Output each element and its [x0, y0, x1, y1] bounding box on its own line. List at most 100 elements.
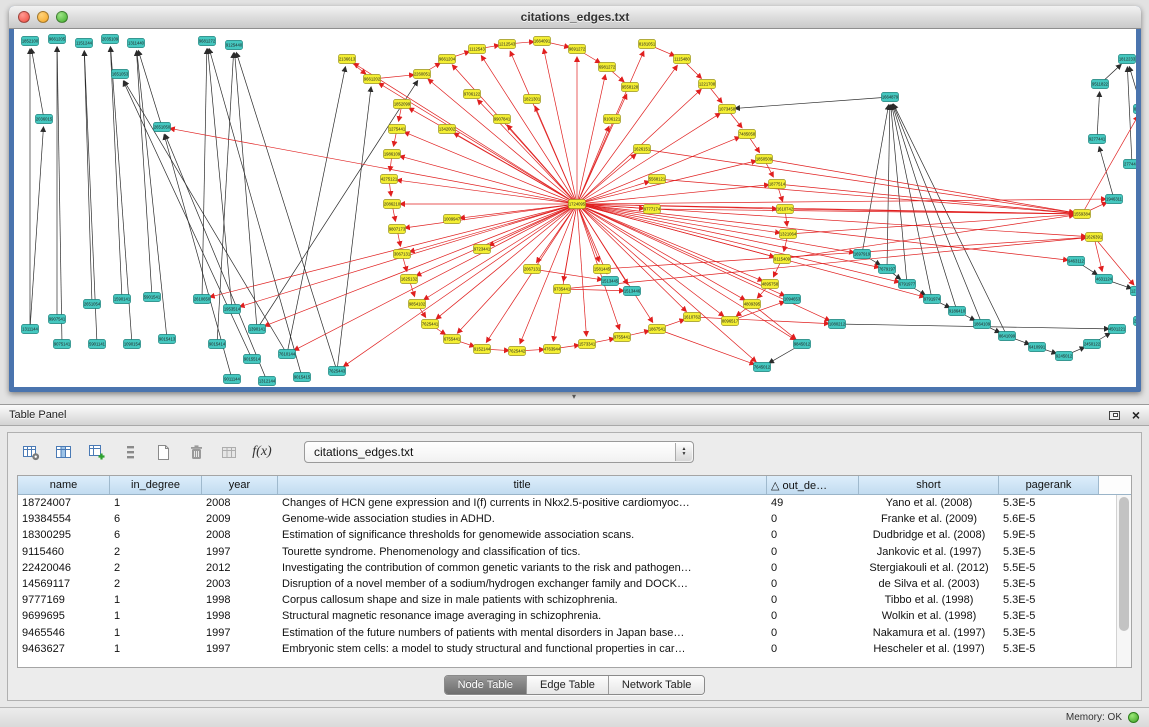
- network-node[interactable]: 1094653: [784, 295, 801, 304]
- column-header-in_degree[interactable]: in_degree: [110, 476, 202, 494]
- table-row[interactable]: 1830029562008Estimation of significance …: [18, 527, 1116, 543]
- tab-node-table[interactable]: Node Table: [445, 676, 527, 694]
- network-node[interactable]: 9152144: [474, 345, 491, 354]
- network-edge[interactable]: [788, 215, 1074, 234]
- scrollbar-thumb[interactable]: [1119, 497, 1129, 631]
- network-edge[interactable]: [764, 159, 1074, 213]
- network-node[interactable]: 9015514: [244, 355, 261, 364]
- network-edge[interactable]: [1127, 67, 1132, 164]
- network-node[interactable]: 9661204: [439, 55, 456, 64]
- network-node[interactable]: 9791974: [924, 295, 941, 304]
- network-edge[interactable]: [1097, 92, 1100, 139]
- network-edge[interactable]: [428, 79, 577, 204]
- function-builder-icon[interactable]: f(x): [249, 439, 275, 465]
- network-edge[interactable]: [577, 204, 899, 282]
- network-node[interactable]: 9011144: [224, 375, 241, 384]
- network-node[interactable]: 9015414: [209, 340, 226, 349]
- row-selector-icon[interactable]: [117, 439, 143, 465]
- network-node[interactable]: 9186410: [949, 307, 966, 316]
- table-settings-icon[interactable]: [18, 439, 44, 465]
- table-row[interactable]: 1872400712008Changes of HCN gene express…: [18, 495, 1116, 511]
- network-node[interactable]: 9511822: [1092, 80, 1109, 89]
- network-node[interactable]: 9907541: [49, 315, 66, 324]
- table-row[interactable]: 946554611997Estimation of the future num…: [18, 625, 1116, 641]
- network-node[interactable]: 1626391: [1086, 233, 1103, 242]
- network-node[interactable]: 2774411: [1124, 160, 1137, 169]
- network-node[interactable]: 1559384: [1074, 210, 1091, 219]
- column-header-pagerank[interactable]: pagerank: [999, 476, 1099, 494]
- network-node[interactable]: 9907841: [494, 115, 511, 124]
- network-node[interactable]: 9661202: [364, 75, 381, 84]
- network-edge[interactable]: [457, 204, 577, 333]
- network-edge[interactable]: [892, 105, 932, 299]
- window-titlebar[interactable]: citations_edges.txt: [9, 6, 1141, 29]
- network-node[interactable]: 1115480: [674, 55, 691, 64]
- network-edge[interactable]: [891, 105, 907, 284]
- network-node[interactable]: 1513445: [602, 277, 619, 286]
- import-table-icon[interactable]: [216, 439, 242, 465]
- network-node[interactable]: 1946311: [1106, 195, 1123, 204]
- tab-edge-table[interactable]: Edge Table: [527, 676, 609, 694]
- network-node[interactable]: 7645012: [754, 363, 771, 372]
- network-node[interactable]: 9277441: [1089, 135, 1106, 144]
- network-edge[interactable]: [562, 238, 1086, 289]
- table-row[interactable]: 1938455462009Genome-wide association stu…: [18, 511, 1116, 527]
- network-node[interactable]: 2036015: [36, 115, 53, 124]
- network-node[interactable]: 1664879: [882, 93, 899, 102]
- network-node[interactable]: 9245012: [1056, 352, 1073, 361]
- network-node[interactable]: 9015415: [294, 373, 311, 382]
- network-edge[interactable]: [57, 47, 62, 344]
- network-node[interactable]: 2136613: [339, 55, 356, 64]
- close-window-button[interactable]: [18, 11, 30, 23]
- network-node[interactable]: 1311440: [128, 39, 145, 48]
- network-edge[interactable]: [577, 154, 636, 204]
- network-node[interactable]: 1080212: [829, 320, 846, 329]
- network-node[interactable]: 1270658: [1131, 287, 1137, 296]
- network-node[interactable]: 6981272: [599, 63, 616, 72]
- network-node[interactable]: 2035109: [102, 35, 119, 44]
- network-node[interactable]: 9735441: [554, 285, 571, 294]
- network-table-select[interactable]: citations_edges.txt ▲▼: [304, 441, 694, 463]
- network-node[interactable]: 9854102: [409, 300, 426, 309]
- network-node[interactable]: 9777174: [644, 205, 661, 214]
- network-node[interactable]: 4895758: [762, 280, 779, 289]
- network-node[interactable]: 1953514: [224, 305, 241, 314]
- network-node[interactable]: 1212543: [499, 40, 516, 49]
- network-node[interactable]: 7610144: [279, 350, 296, 359]
- network-node[interactable]: 9115409: [774, 255, 791, 264]
- network-edge[interactable]: [782, 215, 1074, 259]
- table-row[interactable]: 2242004622012Investigating the contribut…: [18, 560, 1116, 576]
- network-node[interactable]: 1112543: [469, 45, 486, 54]
- network-edge[interactable]: [893, 104, 982, 324]
- network-edge[interactable]: [287, 67, 345, 354]
- network-node[interactable]: 1724095: [569, 200, 586, 209]
- network-node[interactable]: 1651053: [112, 70, 129, 79]
- network-edge[interactable]: [110, 47, 122, 299]
- close-panel-icon[interactable]: ×: [1132, 408, 1140, 422]
- network-node[interactable]: 2706583: [1134, 317, 1137, 326]
- network-node[interactable]: 9125440: [226, 41, 243, 50]
- network-node[interactable]: 9706122: [464, 90, 481, 99]
- network-node[interactable]: 1090154: [124, 340, 141, 349]
- network-edge[interactable]: [410, 204, 577, 252]
- network-node[interactable]: 9845012: [794, 340, 811, 349]
- network-edge[interactable]: [657, 329, 754, 364]
- network-edge[interactable]: [577, 204, 586, 336]
- network-edge[interactable]: [887, 105, 890, 269]
- column-header-short[interactable]: short: [859, 476, 999, 494]
- network-node[interactable]: 7625442: [509, 347, 526, 356]
- network-node[interactable]: 4763944: [544, 345, 561, 354]
- network-node[interactable]: 6755441: [444, 335, 461, 344]
- network-node[interactable]: 6791977: [899, 280, 916, 289]
- network-edge[interactable]: [30, 127, 43, 329]
- network-node[interactable]: 6410991: [1029, 343, 1046, 352]
- network-node[interactable]: 1697919: [854, 250, 871, 259]
- network-node[interactable]: 2260051: [414, 70, 431, 79]
- network-node[interactable]: 1877514: [769, 180, 786, 189]
- column-header-title[interactable]: title: [278, 476, 767, 494]
- network-edge[interactable]: [532, 269, 602, 280]
- network-node[interactable]: 1986109: [384, 150, 401, 159]
- table-row[interactable]: 946362711997Embryonic stem cells: a mode…: [18, 641, 1116, 657]
- network-edge[interactable]: [657, 179, 1074, 213]
- table-vertical-scrollbar[interactable]: [1116, 495, 1131, 667]
